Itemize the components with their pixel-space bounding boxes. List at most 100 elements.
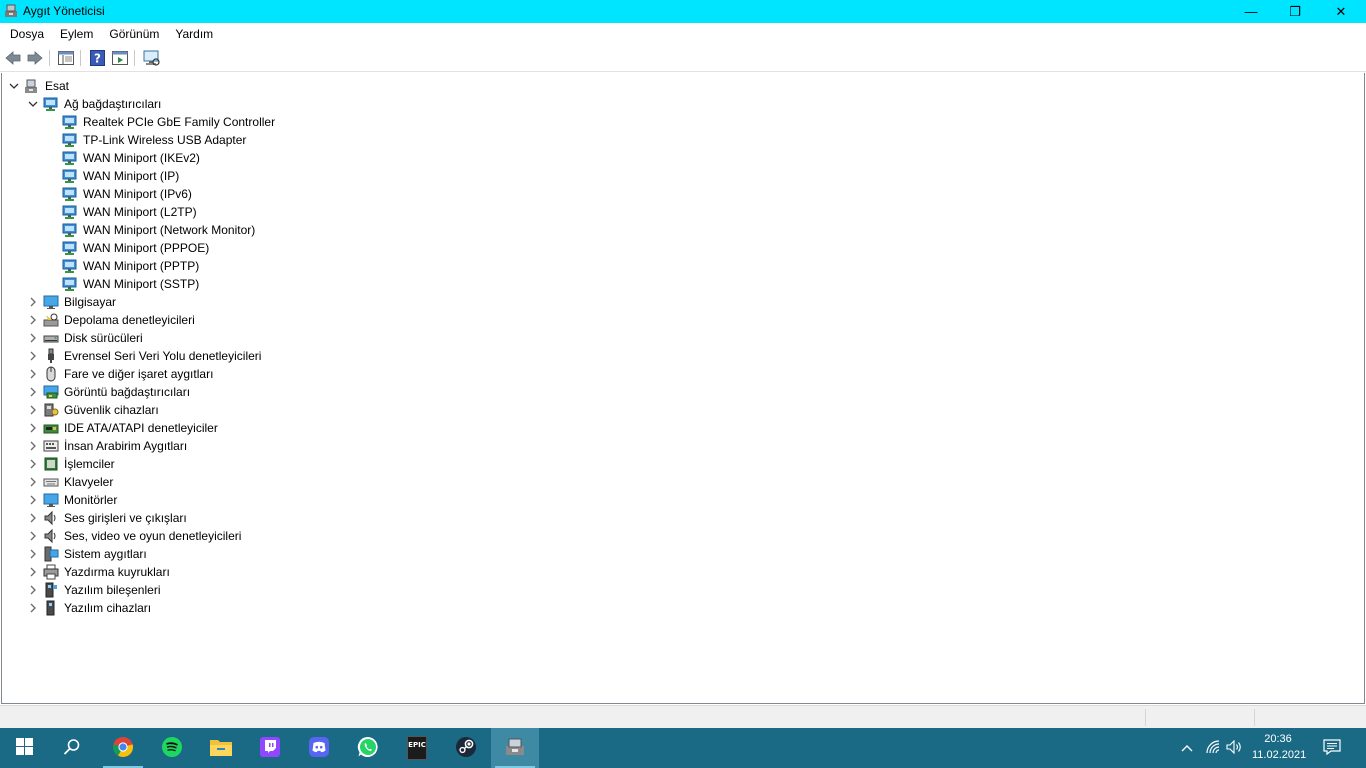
tree-node-label: WAN Miniport (IPv6) <box>83 187 192 201</box>
help-icon[interactable]: ? <box>88 49 106 67</box>
network-adapter-icon <box>62 132 78 148</box>
tree-node-label: Klavyeler <box>64 475 114 489</box>
svg-text:?: ? <box>94 52 101 66</box>
tree-node-label: Depolama denetleyicileri <box>64 313 195 327</box>
chevron-right-icon[interactable] <box>27 404 39 416</box>
chevron-right-icon[interactable] <box>27 332 39 344</box>
volume-control[interactable] <box>1226 739 1244 757</box>
taskbar-app-explorer[interactable] <box>197 728 245 768</box>
swdev-icon <box>43 600 59 616</box>
chevron-right-icon[interactable] <box>27 602 39 614</box>
menu-bar: Dosya Eylem Görünüm Yardım <box>0 23 1366 45</box>
network-adapter-icon <box>62 276 78 292</box>
printer-icon <box>43 564 59 580</box>
tree-node-label: TP-Link Wireless USB Adapter <box>83 133 247 147</box>
menu-dosya[interactable]: Dosya <box>0 23 52 45</box>
start-button[interactable] <box>0 728 48 768</box>
epic-games-icon: EPIC <box>407 736 427 760</box>
chevron-right-icon[interactable] <box>27 296 39 308</box>
speaker-icon <box>1226 739 1244 757</box>
tree-node-label: WAN Miniport (PPTP) <box>83 259 200 273</box>
clock-time: 20:36 <box>1264 733 1292 745</box>
network-adapter-icon <box>43 96 59 112</box>
chevron-right-icon[interactable] <box>27 458 39 470</box>
clock[interactable]: 20:36 11.02.2021 <box>1252 731 1306 763</box>
tree-node-label: Disk sürücüleri <box>64 331 143 345</box>
tree-node-label: İşlemciler <box>64 457 115 471</box>
chevron-down-icon[interactable] <box>8 80 20 92</box>
chevron-right-icon[interactable] <box>27 422 39 434</box>
taskbar-app-epic-games[interactable]: EPIC <box>393 728 441 768</box>
network-adapter-icon <box>62 258 78 274</box>
menu-eylem[interactable]: Eylem <box>52 23 101 45</box>
minimize-button[interactable]: — <box>1228 0 1274 23</box>
tree-node-label: Yazılım bileşenleri <box>64 583 161 597</box>
taskbar-app-twitch[interactable] <box>246 728 294 768</box>
disk-icon <box>43 330 59 346</box>
chevron-right-icon[interactable] <box>27 530 39 542</box>
tree-node-label: WAN Miniport (IKEv2) <box>83 151 200 165</box>
show-hide-tree-icon[interactable] <box>57 49 75 67</box>
chevron-right-icon[interactable] <box>27 368 39 380</box>
back-arrow-icon[interactable] <box>4 49 22 67</box>
taskbar-app-spotify[interactable] <box>148 728 196 768</box>
security-icon <box>43 402 59 418</box>
steam-icon <box>455 736 477 761</box>
computer-icon <box>23 78 39 94</box>
tree-node-label: Monitörler <box>64 493 118 507</box>
chevron-right-icon[interactable] <box>27 566 39 578</box>
chevron-right-icon[interactable] <box>27 584 39 596</box>
chevron-right-icon[interactable] <box>27 350 39 362</box>
tree-node-label: Realtek PCIe GbE Family Controller <box>83 115 276 129</box>
tree-node-label: Yazdırma kuyrukları <box>64 565 170 579</box>
tree-node-label: Görüntü bağdaştırıcıları <box>64 385 191 399</box>
search-button[interactable] <box>48 728 96 768</box>
chevron-right-icon[interactable] <box>27 548 39 560</box>
menu-gorunum[interactable]: Görünüm <box>101 23 167 45</box>
chevron-down-icon[interactable] <box>27 98 39 110</box>
taskbar-app-chrome[interactable] <box>99 728 147 768</box>
audio-icon <box>43 510 59 526</box>
scan-hardware-icon[interactable] <box>143 49 161 67</box>
tree-node-label: Ses, video ve oyun denetleyicileri <box>64 529 242 543</box>
show-hidden-icons-button[interactable] <box>1180 740 1194 756</box>
chevron-right-icon[interactable] <box>27 314 39 326</box>
taskbar: EPIC 20:36 11.02.2021 <box>0 728 1366 768</box>
taskbar-app-discord[interactable] <box>295 728 343 768</box>
tree-node-label: WAN Miniport (PPPOE) <box>83 241 210 255</box>
forward-arrow-icon[interactable] <box>26 49 44 67</box>
chevron-right-icon[interactable] <box>27 476 39 488</box>
spotify-icon <box>161 736 183 761</box>
start-icon <box>15 738 33 758</box>
device-tree[interactable]: Esat Ağ bağdaştırıcıları Realtek PCIe GbE … <box>1 73 1365 704</box>
chevron-right-icon[interactable] <box>27 440 39 452</box>
chevron-right-icon[interactable] <box>27 494 39 506</box>
chevron-right-icon[interactable] <box>27 512 39 524</box>
taskbar-app-whatsapp[interactable] <box>344 728 392 768</box>
chevron-right-icon[interactable] <box>27 386 39 398</box>
action-center-button[interactable] <box>1322 738 1342 756</box>
monitor-icon <box>43 294 59 310</box>
tree-node-label: Bilgisayar <box>64 295 117 309</box>
maximize-button[interactable]: ❐ <box>1272 0 1318 23</box>
properties-icon[interactable] <box>111 49 129 67</box>
tree-node-label: WAN Miniport (SSTP) <box>83 277 200 291</box>
twitch-icon <box>259 736 281 761</box>
tree-node-label: İnsan Arabirim Aygıtları <box>64 439 188 453</box>
swcomp-icon <box>43 582 59 598</box>
tree-node-label: WAN Miniport (L2TP) <box>83 205 197 219</box>
menu-yardim[interactable]: Yardım <box>167 23 221 45</box>
taskbar-app-device-manager[interactable] <box>491 728 539 768</box>
close-button[interactable]: ✕ <box>1318 0 1364 23</box>
file-explorer-icon <box>209 737 233 760</box>
whatsapp-icon <box>357 736 379 761</box>
network-adapter-icon <box>62 204 78 220</box>
tree-node-label: WAN Miniport (IP) <box>83 169 180 183</box>
network-status[interactable] <box>1204 739 1222 756</box>
tree-node-label: Ses girişleri ve çıkışları <box>64 511 187 525</box>
mouse-icon <box>43 366 59 382</box>
tree-node-label: Yazılım cihazları <box>64 601 152 615</box>
taskbar-app-steam[interactable] <box>442 728 490 768</box>
tree-node-label: IDE ATA/ATAPI denetleyiciler <box>64 421 218 435</box>
device-manager-icon <box>4 4 18 18</box>
